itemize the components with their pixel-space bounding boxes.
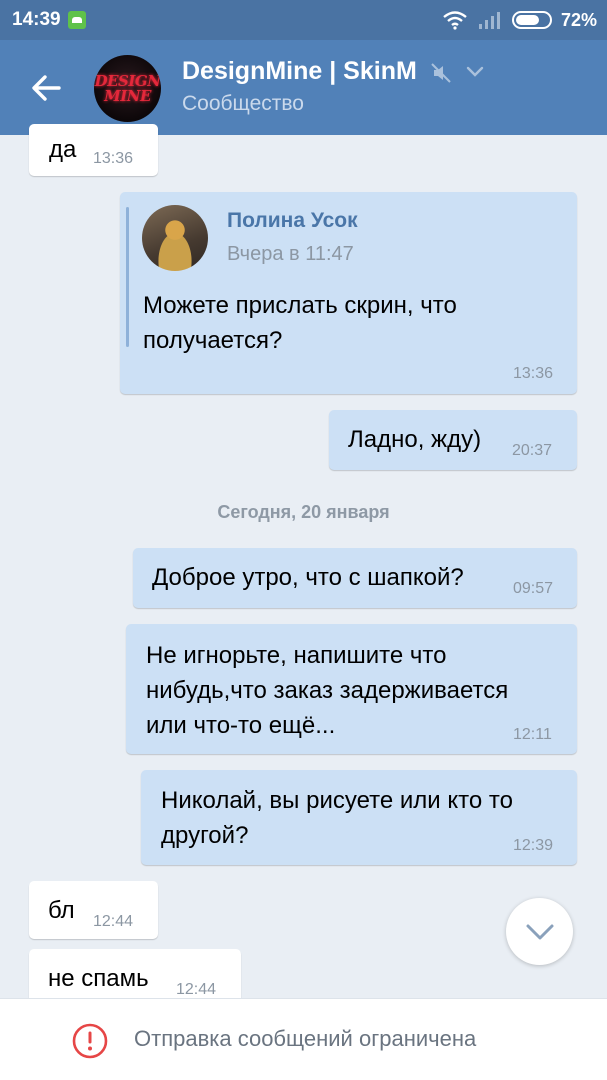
date-separator: Сегодня, 20 января (217, 502, 390, 522)
status-indicators: 72% (442, 8, 597, 32)
battery-level (515, 15, 539, 25)
conversation-title[interactable]: DesignMine | SkinM (182, 57, 417, 86)
message-outgoing[interactable]: Ладно, жду) 20:37 (329, 410, 577, 470)
message-text: Доброе утро, что с шапкой? (152, 564, 464, 591)
message-text: не спамь (48, 965, 149, 992)
app-notification-icon (68, 11, 86, 29)
message-text: Ладно, жду) (348, 426, 482, 453)
message-time: 13:36 (513, 365, 554, 382)
message-text: да (49, 136, 77, 163)
message-time: 20:37 (512, 442, 553, 459)
message-time: 12:44 (176, 981, 217, 998)
scroll-down-button[interactable] (506, 898, 573, 965)
battery-icon (511, 11, 552, 29)
battery-percent: 72% (560, 9, 597, 30)
scroll-down-icon (526, 924, 553, 939)
message-time: 12:39 (513, 837, 554, 854)
message-outgoing-forwarded[interactable]: Полина Усок Вчера в 11:47 Можете прислат… (120, 192, 577, 394)
forward-author-avatar[interactable] (142, 205, 208, 271)
status-bar: 14:39 72% (0, 0, 607, 40)
conversation-subtitle: Сообщество (182, 92, 304, 115)
message-outgoing[interactable]: Доброе утро, что с шапкой? 09:57 (133, 548, 577, 608)
message-time: 12:11 (513, 726, 552, 743)
message-restricted-bar: Отправка сообщений ограничена (0, 998, 607, 1080)
message-text: бл (48, 897, 75, 924)
warning-icon (72, 1023, 108, 1059)
forward-text: Можете прислать скрин, что получается? (143, 292, 457, 354)
avatar-logo-line-2: MINE (104, 86, 151, 105)
status-time: 14:39 (12, 9, 61, 30)
message-time: 13:36 (93, 150, 134, 167)
wifi-icon (443, 11, 467, 30)
message-incoming[interactable]: бл 12:44 (29, 881, 158, 939)
chevron-down-icon[interactable] (466, 66, 484, 78)
message-incoming[interactable]: да 13:36 (29, 124, 158, 176)
forward-date: Вчера в 11:47 (227, 243, 354, 265)
signal-icon (478, 12, 500, 29)
message-time: 12:44 (93, 913, 134, 930)
message-text: Николай, вы рисуете или кто то другой? (161, 787, 513, 849)
message-outgoing[interactable]: Николай, вы рисуете или кто то другой? 1… (141, 770, 577, 865)
mute-icon (431, 63, 451, 83)
community-avatar[interactable]: DESIGN MINE (94, 55, 161, 122)
back-arrow-icon[interactable] (26, 68, 66, 108)
message-time: 09:57 (513, 580, 554, 597)
conversation-header: DESIGN MINE DesignMine | SkinM Сообществ… (0, 40, 607, 135)
message-outgoing[interactable]: Не игнорьте, напишите что нибудь,что зак… (126, 624, 577, 754)
restriction-notice: Отправка сообщений ограничена (134, 1026, 477, 1051)
forward-author-name[interactable]: Полина Усок (227, 209, 358, 233)
forward-quote-bar (126, 207, 129, 347)
message-text: Не игнорьте, напишите что нибудь,что зак… (146, 642, 509, 739)
